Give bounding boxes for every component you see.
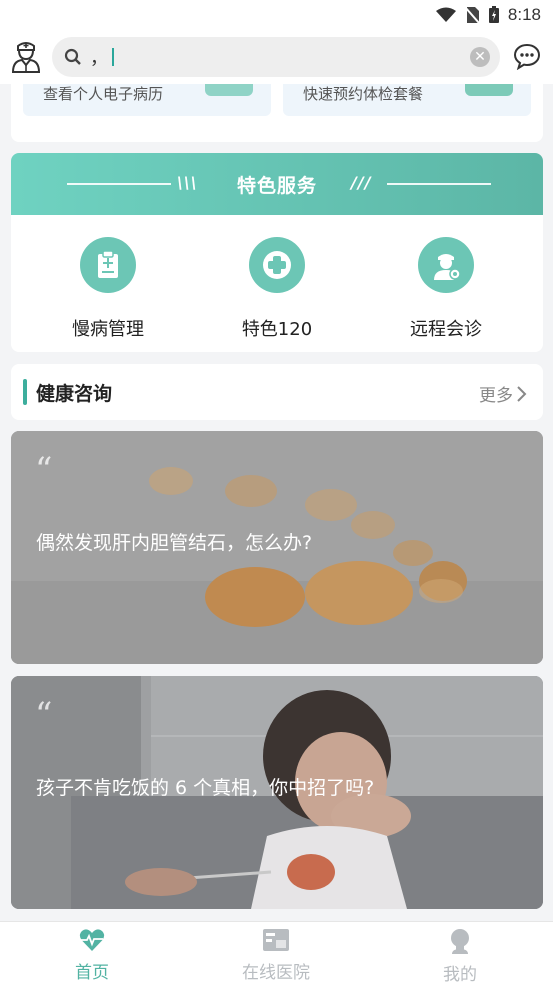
search-input[interactable]: ， ✕ (52, 37, 500, 77)
battery-icon (488, 6, 499, 23)
doctor-icon (418, 237, 474, 293)
remote-consultation-button[interactable]: 远程会诊 (376, 237, 516, 341)
quote-mark-icon: “ (35, 450, 53, 490)
featured-services-grid: 慢病管理 特色120 远程会诊 (11, 215, 543, 352)
quick-services-card: 查看个人电子病历 快速预约体检套餐 (11, 84, 543, 142)
header-slashes-right: /// (351, 173, 372, 192)
feature-label: 慢病管理 (72, 319, 144, 340)
tab-profile[interactable]: 我的 (400, 928, 520, 983)
checkup-booking-card[interactable]: 快速预约体检套餐 (283, 84, 531, 116)
search-icon (64, 48, 81, 65)
search-value: ， (90, 48, 108, 69)
message-button[interactable] (513, 42, 541, 71)
tab-label: 我的 (443, 965, 477, 983)
article-title: 偶然发现肝内胆管结石，怎么办? (36, 532, 313, 554)
article-card[interactable]: “ 偶然发现肝内胆管结石，怎么办? (11, 431, 543, 664)
more-label: 更多 (479, 386, 513, 406)
header-divider-right (387, 183, 491, 185)
clipboard-icon (80, 237, 136, 293)
chevron-right-icon (517, 385, 527, 402)
health-consult-header: 健康咨询 更多 (11, 364, 543, 420)
section-accent-bar (23, 379, 27, 405)
top-bar: ， ✕ (0, 30, 553, 84)
wifi-icon (435, 7, 456, 22)
no-sim-icon (464, 6, 480, 24)
checkup-illustration-icon (465, 84, 513, 96)
text-cursor (112, 48, 114, 66)
doctor-avatar-button[interactable] (10, 39, 42, 73)
quick-item-label: 快速预约体检套餐 (303, 85, 424, 103)
clear-search-button[interactable]: ✕ (470, 47, 490, 67)
medical-cross-icon (249, 237, 305, 293)
article-card[interactable]: “ 孩子不肯吃饭的 6 个真相，你中招了吗? (11, 676, 543, 909)
feature-label: 特色120 (241, 319, 313, 340)
bottom-tab-bar: 首页 在线医院 我的 (0, 921, 553, 983)
chronic-disease-button[interactable]: 慢病管理 (38, 237, 178, 341)
quote-mark-icon: “ (35, 695, 53, 735)
tab-home[interactable]: 首页 (32, 928, 152, 983)
tab-label: 在线医院 (242, 963, 310, 983)
status-bar: 8:18 (0, 0, 553, 30)
hospital-card-icon (263, 929, 289, 951)
heartbeat-icon (79, 929, 105, 951)
featured-services-panel: \\\ 特色服务 /// 慢病管理 特色120 远程会诊 (11, 153, 543, 352)
clock: 8:18 (507, 5, 541, 24)
tab-label: 首页 (75, 963, 109, 983)
close-icon: ✕ (474, 49, 486, 65)
article-title: 孩子不肯吃饭的 6 个真相，你中招了吗? (36, 777, 375, 799)
record-illustration-icon (205, 84, 253, 96)
featured-services-header: \\\ 特色服务 /// (11, 153, 543, 215)
feature-label: 远程会诊 (410, 319, 482, 340)
header-slashes-left: \\\ (177, 173, 198, 192)
section-title: 健康咨询 (36, 383, 113, 405)
special-120-button[interactable]: 特色120 (207, 237, 347, 341)
tab-online-hospital[interactable]: 在线医院 (216, 928, 336, 983)
profile-icon (451, 929, 469, 954)
chat-bubble-icon (513, 43, 541, 71)
doctor-icon (11, 42, 41, 73)
medical-record-card[interactable]: 查看个人电子病历 (23, 84, 271, 116)
more-link[interactable]: 更多 (479, 381, 527, 406)
featured-services-title: 特色服务 (236, 174, 317, 197)
header-divider-left (67, 183, 171, 185)
quick-item-label: 查看个人电子病历 (43, 85, 164, 103)
